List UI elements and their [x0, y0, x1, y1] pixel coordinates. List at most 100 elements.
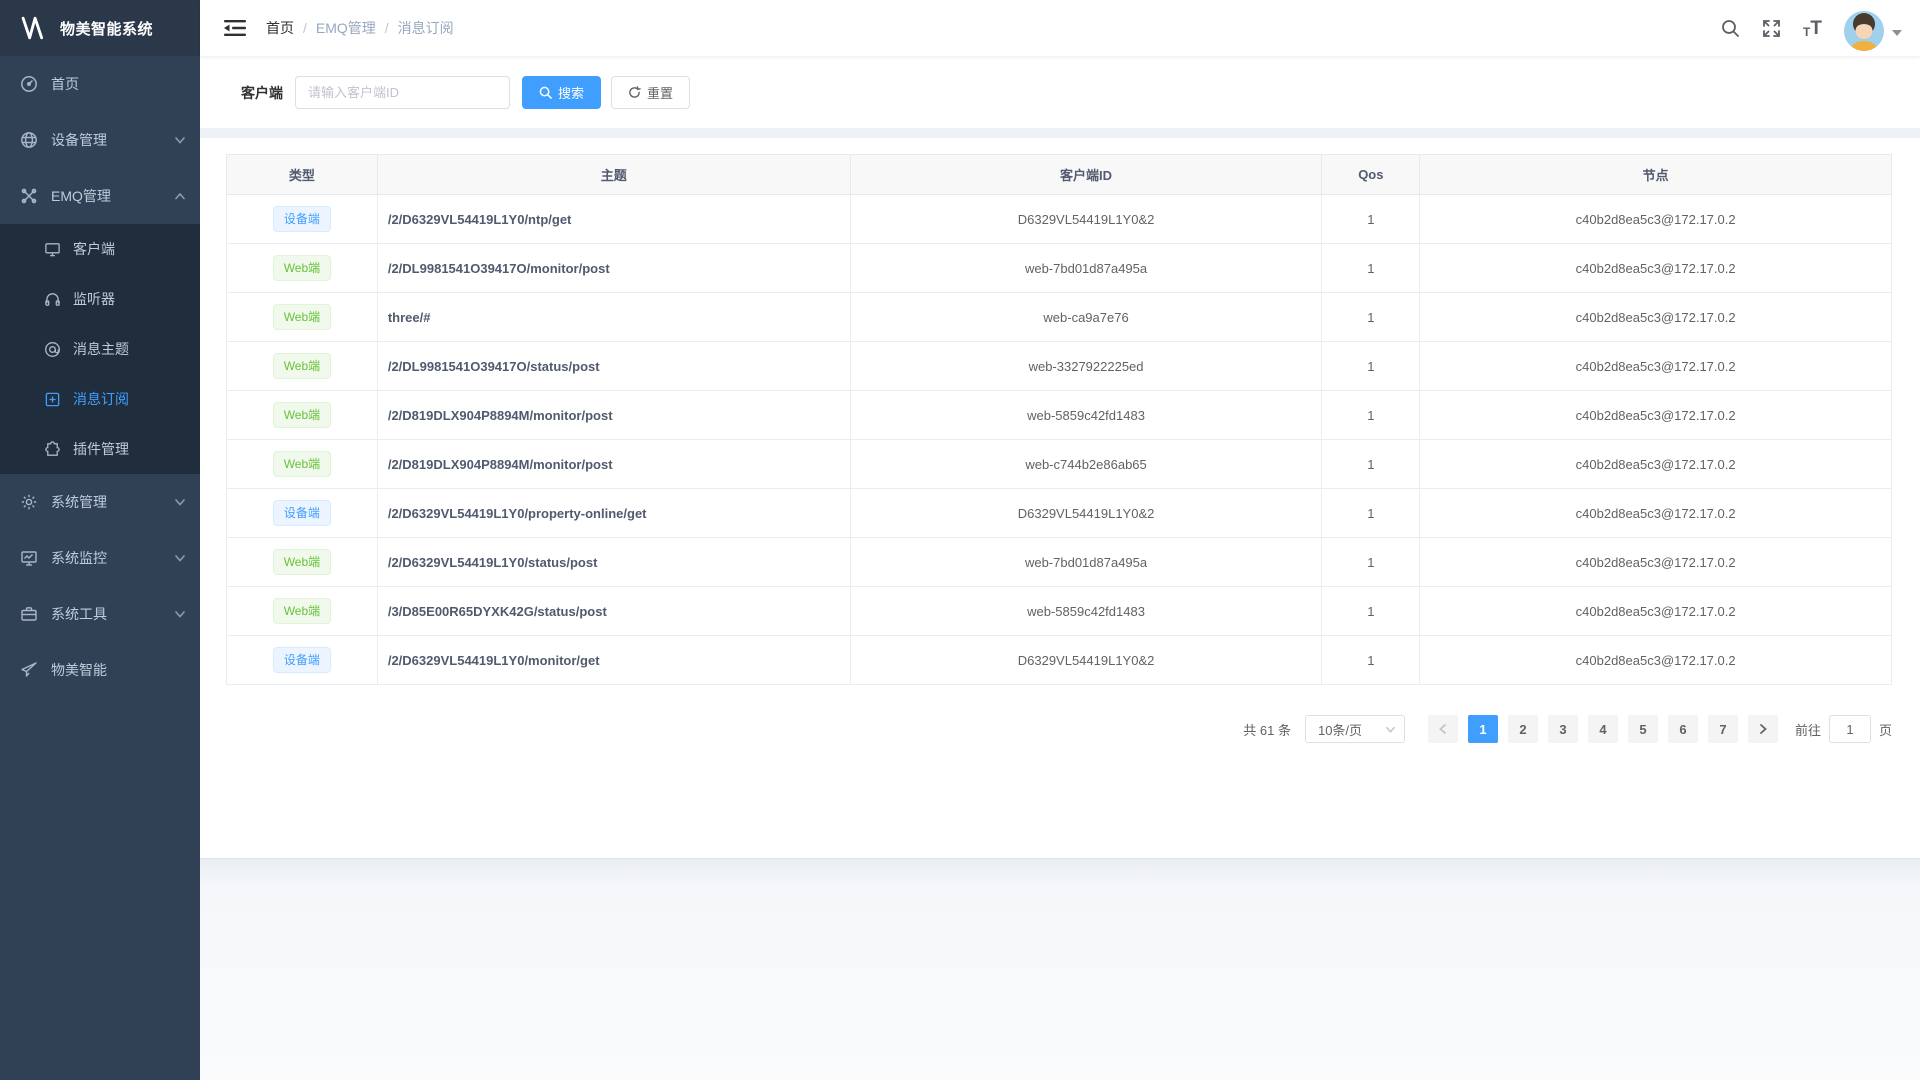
type-tag: Web端 — [273, 549, 331, 575]
chevron-right-icon — [1757, 723, 1769, 735]
qos-cell: 1 — [1322, 391, 1420, 440]
sidebar-item-subscriptions[interactable]: 消息订阅 — [0, 374, 200, 424]
page-number-button[interactable]: 7 — [1708, 715, 1738, 743]
table-row: Web端 /3/D85E00R65DYXK42G/status/post web… — [227, 587, 1892, 636]
sidebar-item-label: 物美智能 — [51, 660, 107, 680]
app-logo[interactable]: 物美智能系统 — [0, 0, 200, 56]
type-tag: Web端 — [273, 255, 331, 281]
breadcrumb-separator: / — [303, 20, 307, 36]
page-number-button[interactable]: 5 — [1628, 715, 1658, 743]
chevron-down-icon — [174, 552, 186, 564]
sidebar-item-label: 首页 — [51, 74, 79, 94]
page-background — [200, 858, 1920, 1080]
table-row: 设备端 /2/D6329VL54419L1Y0/monitor/get D632… — [227, 636, 1892, 685]
column-header-topic: 主题 — [377, 155, 850, 195]
client-id-cell: web-5859c42fd1483 — [850, 587, 1322, 636]
total-count: 共 61 条 — [1243, 720, 1291, 739]
topic-cell: /3/D85E00R65DYXK42G/status/post — [377, 587, 850, 636]
sidebar-item-home[interactable]: 首页 — [0, 56, 200, 112]
goto-label: 前往 — [1795, 720, 1821, 739]
page-size-select[interactable]: 10条/页 — [1305, 715, 1405, 743]
client-id-cell: web-ca9a7e76 — [850, 293, 1322, 342]
node-cell: c40b2d8ea5c3@172.17.0.2 — [1420, 293, 1892, 342]
table-row: 设备端 /2/D6329VL54419L1Y0/property-online/… — [227, 489, 1892, 538]
sidebar-menu: 首页 设备管理 EMQ管理 客户端 监听器 — [0, 56, 200, 1080]
sidebar-toggle-icon[interactable] — [224, 19, 246, 37]
app-title: 物美智能系统 — [60, 18, 153, 39]
sidebar-item-wumei-smart[interactable]: 物美智能 — [0, 642, 200, 698]
goto-page-input[interactable] — [1829, 715, 1871, 743]
search-form: 客户端 搜索 重置 — [200, 56, 1920, 128]
sidebar-item-system-admin[interactable]: 系统管理 — [0, 474, 200, 530]
topic-cell: /2/D819DLX904P8894M/monitor/post — [377, 391, 850, 440]
type-tag: 设备端 — [273, 206, 331, 232]
type-tag: Web端 — [273, 353, 331, 379]
sidebar-item-listener[interactable]: 监听器 — [0, 274, 200, 324]
app-root: 物美智能系统 首页 设备管理 EMQ管理 客户端 — [0, 0, 1920, 1080]
client-id-input[interactable] — [295, 76, 510, 109]
table-row: Web端 /2/D819DLX904P8894M/monitor/post we… — [227, 391, 1892, 440]
sidebar-item-label: EMQ管理 — [51, 186, 111, 206]
sidebar-item-client[interactable]: 客户端 — [0, 224, 200, 274]
drone-icon — [20, 187, 38, 205]
chevron-down-icon — [174, 608, 186, 620]
sidebar-item-devices[interactable]: 设备管理 — [0, 112, 200, 168]
fullscreen-icon[interactable] — [1762, 19, 1781, 38]
topic-cell: /2/D6329VL54419L1Y0/ntp/get — [377, 195, 850, 244]
font-size-icon[interactable]: TT — [1803, 19, 1822, 38]
sidebar-item-system-monitor[interactable]: 系统监控 — [0, 530, 200, 586]
page-number-button[interactable]: 2 — [1508, 715, 1538, 743]
reset-button[interactable]: 重置 — [611, 76, 690, 109]
qos-cell: 1 — [1322, 489, 1420, 538]
client-id-cell: web-7bd01d87a495a — [850, 244, 1322, 293]
type-tag: Web端 — [273, 402, 331, 428]
client-id-cell: web-7bd01d87a495a — [850, 538, 1322, 587]
avatar[interactable] — [1844, 11, 1884, 51]
main-area: 首页 / EMQ管理 / 消息订阅 TT 客户端 — [200, 0, 1920, 1080]
search-icon — [539, 86, 552, 99]
sidebar: 物美智能系统 首页 设备管理 EMQ管理 客户端 — [0, 0, 200, 1080]
topic-cell: /2/DL9981541O39417O/monitor/post — [377, 244, 850, 293]
sidebar-item-label: 客户端 — [73, 239, 115, 259]
column-header-qos: Qos — [1322, 155, 1420, 195]
table-row: Web端 /2/D6329VL54419L1Y0/status/post web… — [227, 538, 1892, 587]
sidebar-item-emq[interactable]: EMQ管理 — [0, 168, 200, 224]
pager-pages: 1234567 — [1463, 715, 1743, 743]
sidebar-item-label: 系统工具 — [51, 604, 107, 624]
client-id-cell: web-5859c42fd1483 — [850, 391, 1322, 440]
at-icon — [44, 341, 61, 358]
type-tag: 设备端 — [273, 647, 331, 673]
page-number-button[interactable]: 4 — [1588, 715, 1618, 743]
node-cell: c40b2d8ea5c3@172.17.0.2 — [1420, 636, 1892, 685]
breadcrumb: 首页 / EMQ管理 / 消息订阅 — [266, 18, 454, 38]
node-cell: c40b2d8ea5c3@172.17.0.2 — [1420, 391, 1892, 440]
type-tag: Web端 — [273, 598, 331, 624]
sidebar-item-label: 设备管理 — [51, 130, 107, 150]
breadcrumb-home[interactable]: 首页 — [266, 18, 294, 38]
sidebar-item-label: 消息订阅 — [73, 389, 129, 409]
client-id-cell: D6329VL54419L1Y0&2 — [850, 636, 1322, 685]
node-cell: c40b2d8ea5c3@172.17.0.2 — [1420, 538, 1892, 587]
sidebar-item-plugins[interactable]: 插件管理 — [0, 424, 200, 474]
sidebar-item-system-tools[interactable]: 系统工具 — [0, 586, 200, 642]
client-id-cell: D6329VL54419L1Y0&2 — [850, 489, 1322, 538]
qos-cell: 1 — [1322, 195, 1420, 244]
prev-page-button[interactable] — [1428, 715, 1458, 743]
next-page-button[interactable] — [1748, 715, 1778, 743]
page-number-button[interactable]: 1 — [1468, 715, 1498, 743]
search-icon[interactable] — [1721, 19, 1740, 38]
headphones-icon — [44, 291, 61, 308]
caret-down-icon — [1892, 30, 1902, 36]
chevron-down-icon — [174, 134, 186, 146]
sidebar-item-topics[interactable]: 消息主题 — [0, 324, 200, 374]
page-number-button[interactable]: 3 — [1548, 715, 1578, 743]
table-row: Web端 /2/D819DLX904P8894M/monitor/post we… — [227, 440, 1892, 489]
qos-cell: 1 — [1322, 244, 1420, 293]
topic-cell: /2/D6329VL54419L1Y0/property-online/get — [377, 489, 850, 538]
type-tag: Web端 — [273, 304, 331, 330]
pagination: 共 61 条 10条/页 1234567 前往 页 — [226, 715, 1892, 743]
user-menu[interactable] — [1844, 5, 1902, 51]
page-number-button[interactable]: 6 — [1668, 715, 1698, 743]
search-button[interactable]: 搜索 — [522, 76, 601, 109]
goto-unit-label: 页 — [1879, 720, 1892, 739]
